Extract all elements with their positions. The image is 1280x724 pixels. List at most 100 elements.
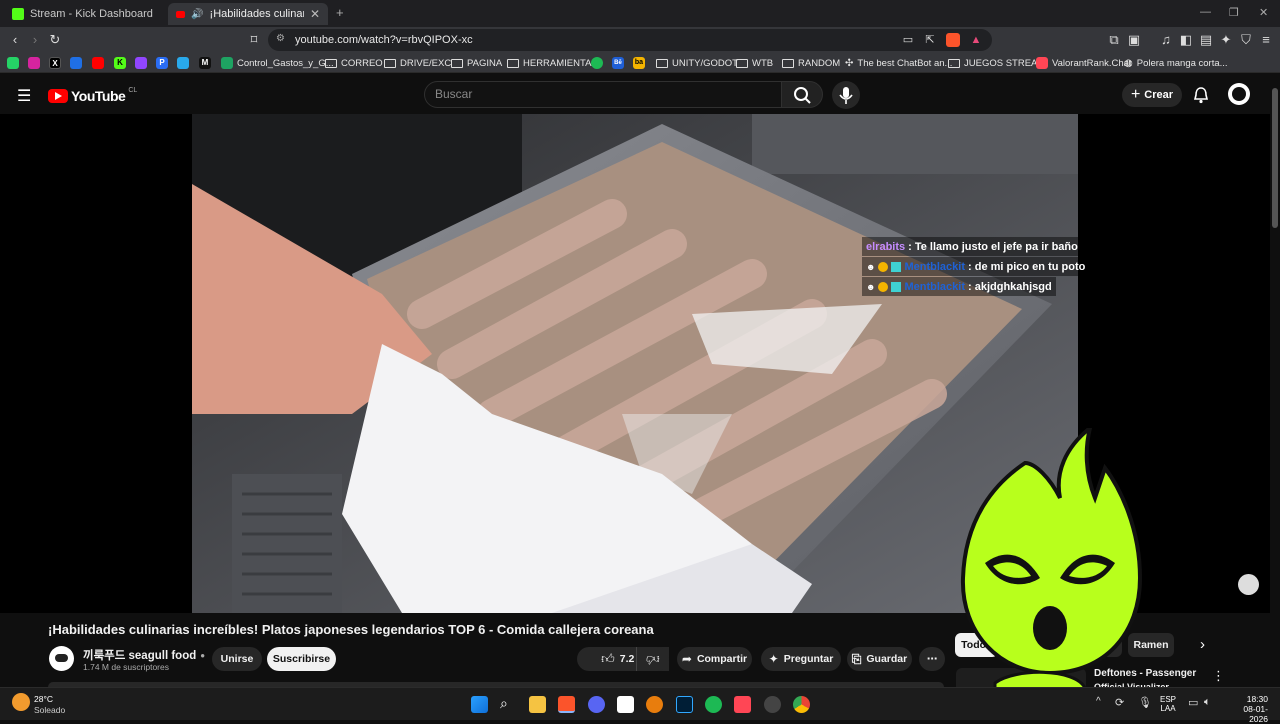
back-icon[interactable]: ‹	[7, 32, 23, 48]
spotify-bookmark-icon[interactable]	[591, 57, 603, 69]
share-button[interactable]: ➦ Compartir	[677, 647, 752, 671]
telegram-icon[interactable]	[177, 57, 189, 69]
tray-mic-icon[interactable]: 🎙︎	[1138, 696, 1152, 709]
behance-icon[interactable]: Bē	[612, 57, 624, 69]
extensions-icon[interactable]: ⧉	[1106, 32, 1122, 48]
vpn-icon[interactable]: ⛉	[1238, 32, 1254, 48]
sidebar-icon[interactable]: ◧	[1178, 32, 1194, 48]
bookmark-juegos-stream[interactable]: JUEGOS STREAM	[948, 56, 1045, 70]
reload-icon[interactable]: ↻	[47, 32, 63, 48]
forward-icon[interactable]: ›	[27, 32, 43, 48]
page-scrollbar[interactable]	[1270, 74, 1280, 687]
new-tab-button[interactable]: +	[336, 5, 344, 20]
spotify-icon[interactable]	[705, 696, 722, 713]
thumbs-up-icon: 👍︎	[601, 651, 615, 666]
avatar[interactable]	[1228, 83, 1250, 105]
tray-sync-icon[interactable]: ⟳	[1115, 696, 1124, 709]
blender-icon[interactable]	[646, 696, 663, 713]
more-actions-button[interactable]: ⋯	[919, 647, 945, 671]
valorant-app-icon[interactable]	[734, 696, 751, 713]
tray-overflow-icon[interactable]: ^	[1096, 696, 1101, 707]
dislike-button[interactable]: 👍︎	[636, 647, 669, 671]
video-frame[interactable]	[192, 114, 1078, 613]
chat-username: Mentblackit	[904, 280, 965, 293]
save-button[interactable]: ⎘ Guardar	[847, 647, 912, 671]
bookmark-correo[interactable]: CORREO	[325, 56, 383, 70]
chips-next-icon[interactable]: ›	[1200, 636, 1205, 653]
weather-sun-icon[interactable]	[12, 693, 30, 711]
kick-bookmark-icon[interactable]: K	[114, 57, 126, 69]
photoshop-icon[interactable]	[676, 696, 693, 713]
leo-ai-icon[interactable]: ✦	[1218, 32, 1234, 48]
screenshot-icon[interactable]: ▣	[1126, 32, 1142, 48]
windows-start-icon[interactable]	[471, 696, 488, 713]
close-window-icon[interactable]: ✕	[1259, 6, 1268, 19]
bookmark-control-gastos[interactable]: Control_Gastos_y_G...	[221, 56, 334, 70]
channel-watermark-icon[interactable]	[1238, 574, 1259, 595]
bookmark-site-icon[interactable]	[70, 57, 82, 69]
maximize-icon[interactable]: ❐	[1229, 6, 1239, 19]
hamburger-menu-icon[interactable]: ☰	[17, 86, 31, 106]
weather-description: Soleado	[34, 705, 66, 715]
youtube-icon[interactable]	[92, 57, 104, 69]
tab-title: ¡Habilidades culinarias increíb	[209, 8, 304, 20]
volume-icon[interactable]: 🔈︎	[1204, 696, 1211, 709]
cast-icon[interactable]: ▭	[900, 32, 916, 48]
instagram-icon[interactable]	[28, 57, 40, 69]
bookmark-valorant-rank[interactable]: ValorantRank.Chat	[1036, 56, 1132, 70]
create-button[interactable]: + Crear	[1122, 83, 1182, 107]
bookmark-pagina[interactable]: PAGINA	[451, 56, 502, 70]
input-language[interactable]: ESP LAA	[1160, 695, 1176, 713]
ask-button[interactable]: ✦ Preguntar	[761, 647, 841, 671]
video-title: ¡Habilidades culinarias increíbles! Plat…	[48, 622, 654, 637]
scrollbar-thumb[interactable]	[1272, 88, 1278, 228]
obs-icon[interactable]	[764, 696, 781, 713]
chrome-icon[interactable]	[793, 696, 810, 713]
notifications-bell-icon[interactable]	[1192, 86, 1210, 104]
youtube-logo[interactable]: YouTube CL	[48, 87, 137, 104]
address-bar[interactable]: ⚙ youtube.com/watch?v=rbvQIPOX-xc	[268, 29, 992, 51]
tab-kick-dashboard[interactable]: Stream - Kick Dashboard	[4, 3, 166, 25]
file-explorer-icon[interactable]	[529, 696, 546, 713]
bookmark-polera[interactable]: ◍ Polera manga corta...	[1124, 56, 1228, 70]
gmail-icon[interactable]: M	[199, 57, 211, 69]
bookmark-drive[interactable]: DRIVE/EXC	[384, 56, 451, 70]
subscribe-button[interactable]: Suscribirse	[267, 647, 336, 671]
menu-icon[interactable]: ≡	[1258, 32, 1274, 48]
bookmark-icon[interactable]: ⌑	[246, 32, 262, 48]
brave-rewards-icon[interactable]: ▲	[968, 32, 984, 48]
share-page-icon[interactable]: ⇱	[922, 32, 938, 48]
save-playlist-icon: ⎘	[851, 651, 862, 666]
bookmark-wtb[interactable]: WTB	[736, 56, 773, 70]
chat-text: : akjdghkahjsgd	[968, 280, 1052, 293]
channel-name[interactable]: 끼룩푸드 seagull food ●	[83, 647, 205, 663]
network-icon[interactable]: ▭	[1188, 696, 1198, 709]
notion-icon[interactable]	[617, 696, 634, 713]
brave-browser-icon[interactable]	[558, 696, 575, 713]
twitch-icon[interactable]	[135, 57, 147, 69]
paypal-icon[interactable]: P	[156, 57, 168, 69]
voice-search-button[interactable]	[832, 81, 860, 109]
keyboard-layout: LAA	[1160, 704, 1176, 713]
bookmark-chatbot[interactable]: ✣ The best ChatBot an...	[845, 56, 952, 70]
x-twitter-icon[interactable]: X	[49, 57, 61, 69]
whatsapp-icon[interactable]	[7, 57, 19, 69]
media-icon[interactable]: ♫	[1158, 32, 1174, 48]
close-tab-icon[interactable]: ✕	[310, 7, 320, 21]
bookmark-random[interactable]: RANDOM	[782, 56, 840, 70]
taskbar-search-icon[interactable]: ⌕	[500, 695, 508, 712]
bookmark-herramientas[interactable]: HERRAMIENTAS	[507, 56, 598, 70]
recommendation-menu-icon[interactable]: ⋮	[1212, 668, 1225, 684]
discord-icon[interactable]	[588, 696, 605, 713]
search-input[interactable]: Buscar	[424, 81, 782, 108]
minimize-icon[interactable]: —	[1200, 6, 1211, 18]
site-info-icon[interactable]: ⚙	[276, 33, 285, 44]
search-button[interactable]	[781, 81, 823, 108]
wallet-icon[interactable]: ▤	[1198, 32, 1214, 48]
site-ba-icon[interactable]: ba	[633, 57, 645, 69]
join-button[interactable]: Unirse	[212, 647, 262, 671]
channel-avatar[interactable]	[49, 646, 74, 671]
bookmark-unity-godot[interactable]: UNITY/GODOT	[656, 56, 738, 70]
brave-shield-icon[interactable]	[946, 33, 960, 47]
tab-youtube-video[interactable]: 🔊 ¡Habilidades culinarias increíb ✕	[168, 3, 328, 25]
